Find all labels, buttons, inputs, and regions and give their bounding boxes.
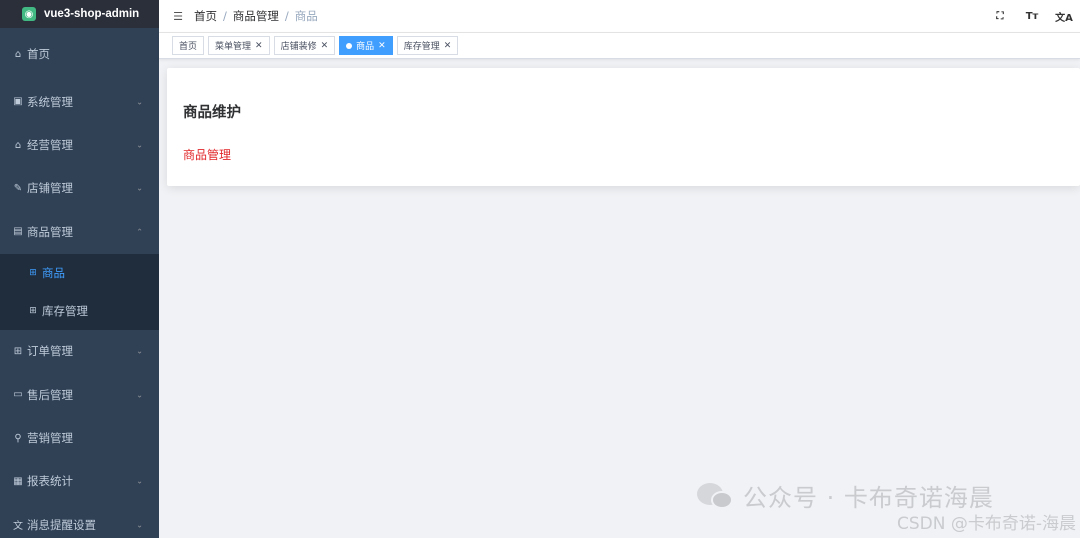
- submenu-item-0[interactable]: ⊞ 商品: [0, 254, 159, 292]
- chevron-down-icon: ⌄: [136, 390, 143, 400]
- link-icon: ⚲: [14, 432, 22, 444]
- close-icon[interactable]: ✕: [378, 41, 386, 51]
- sidebar-item-2[interactable]: ⌂ 经营管理 ⌄: [0, 123, 159, 166]
- chevron-down-icon: ⌄: [136, 183, 143, 193]
- sidebar-item-label: 订单管理: [27, 344, 73, 359]
- sidebar-item-4[interactable]: ▤ 商品管理 ⌃: [0, 210, 159, 253]
- watermark-text: 公众号 · 卡布奇诺海晨: [743, 484, 994, 512]
- close-icon[interactable]: ✕: [321, 41, 329, 51]
- sidebar-item-8[interactable]: ▦ 报表统计 ⌄: [0, 460, 159, 503]
- submenu-item-label: 商品: [42, 265, 65, 280]
- chevron-down-icon: ⌄: [136, 140, 143, 150]
- grid-icon: ⊞: [29, 267, 37, 278]
- sidebar-item-6[interactable]: ▭ 售后管理 ⌄: [0, 373, 159, 416]
- sidebar-menu: ⌂ 首页 ▣ 系统管理 ⌄ ⌂ 经营管理 ⌄ ✎ 店铺管理 ⌄ ▤ 商品管理 ⌃ ⊞ 商品 ⊞ 库存管理 ⊞ 订单管理…: [0, 28, 159, 538]
- sidebar-item-1[interactable]: ▣ 系统管理 ⌄: [0, 80, 159, 123]
- sidebar-item-label: 店铺管理: [27, 181, 73, 196]
- tag-2[interactable]: 店铺装修 ✕: [273, 36, 336, 55]
- grid-icon: ⊞: [29, 305, 37, 316]
- sidebar-item-label: 营销管理: [27, 431, 73, 446]
- logo[interactable]: ◉ vue3-shop-admin: [0, 0, 159, 28]
- close-icon[interactable]: ✕: [255, 41, 263, 51]
- tag-label: 菜单管理: [215, 42, 252, 52]
- monitor-icon: ▣: [13, 96, 23, 108]
- chevron-down-icon: ⌄: [136, 346, 143, 356]
- fullscreen-icon[interactable]: ⛶: [984, 11, 1016, 22]
- breadcrumb-item-product-management[interactable]: 商品管理: [233, 8, 279, 24]
- chevron-down-icon: ⌄: [136, 476, 143, 486]
- tag-4[interactable]: 库存管理 ✕: [396, 36, 459, 55]
- table-icon: ▦: [13, 475, 23, 487]
- tag-label: 店铺装修: [280, 42, 317, 52]
- language-icon[interactable]: 文A: [1048, 9, 1080, 24]
- breadcrumb-separator: /: [223, 9, 227, 23]
- sidebar-item-label: 商品管理: [27, 224, 73, 239]
- submenu-item-1[interactable]: ⊞ 库存管理: [0, 292, 159, 330]
- header-tools: ⛶ Tт 文A: [984, 0, 1080, 33]
- active-dot-icon: [346, 42, 353, 49]
- screen-icon: ▭: [13, 389, 23, 401]
- document-icon: ▤: [13, 226, 23, 238]
- chevron-up-icon: ⌃: [136, 227, 143, 237]
- sidebar-item-5[interactable]: ⊞ 订单管理 ⌄: [0, 330, 159, 373]
- home-icon: ⌂: [14, 139, 22, 151]
- navbar: ☰ 首页 / 商品管理 / 商品 ⛶ Tт 文A: [159, 0, 1080, 33]
- hamburger-icon[interactable]: ☰: [171, 10, 185, 23]
- edit-icon: ✎: [13, 182, 23, 194]
- breadcrumb-item-current: 商品: [294, 9, 318, 23]
- vue-logo-icon: ◉: [22, 7, 36, 21]
- breadcrumb-item-home[interactable]: 首页: [194, 8, 217, 24]
- chevron-down-icon: ⌄: [136, 520, 143, 530]
- sidebar-item-label: 售后管理: [27, 387, 73, 402]
- sidebar-item-3[interactable]: ✎ 店铺管理 ⌄: [0, 167, 159, 210]
- grid-icon: ⊞: [13, 345, 23, 357]
- tag-0[interactable]: 首页: [172, 36, 205, 55]
- tags-view: 首页 菜单管理 ✕ 店铺装修 ✕ 商品 ✕ 库存管理 ✕: [159, 33, 1080, 59]
- breadcrumb-separator: /: [284, 9, 289, 23]
- page-title: 商品维护: [183, 105, 241, 121]
- tag-label: 库存管理: [403, 42, 440, 52]
- sidebar-item-label: 报表统计: [27, 474, 73, 489]
- wechat-watermark: 公众号 · 卡布奇诺海晨: [697, 478, 994, 513]
- app-title: vue3-shop-admin: [44, 8, 140, 20]
- sidebar-item-label: 系统管理: [27, 94, 73, 109]
- sidebar-item-9[interactable]: 文消息提醒设置 ⌄: [0, 503, 159, 538]
- sidebar-item-label: 经营管理: [27, 138, 73, 153]
- csdn-watermark: CSDN @卡布奇诺-海晨: [896, 514, 1076, 534]
- tag-label: 首页: [179, 42, 198, 52]
- translate-icon: 文: [13, 521, 23, 533]
- sidebar: ◉ vue3-shop-admin ⌂ 首页 ▣ 系统管理 ⌄ ⌂ 经营管理 ⌄ ✎ 店铺管理 ⌄ ▤…: [0, 0, 159, 538]
- sidebar-item-label: 首页: [27, 47, 50, 61]
- sidebar-item-0[interactable]: ⌂ 首页: [0, 28, 159, 80]
- page-subtitle: 商品管理: [183, 148, 232, 162]
- font-size-icon[interactable]: Tт: [1016, 11, 1048, 22]
- sidebar-item-7[interactable]: ⚲ 营销管理: [0, 416, 159, 459]
- tag-label: 商品: [356, 42, 375, 52]
- wechat-icon: [697, 481, 735, 511]
- home-icon: ⌂: [14, 48, 22, 60]
- close-icon[interactable]: ✕: [444, 41, 452, 51]
- submenu-item-label: 库存管理: [42, 303, 88, 318]
- tag-3[interactable]: 商品 ✕: [339, 36, 393, 55]
- submenu-product: ⊞ 商品 ⊞ 库存管理: [0, 253, 159, 330]
- breadcrumb: 首页 / 商品管理 / 商品: [194, 8, 318, 24]
- tag-1[interactable]: 菜单管理 ✕: [208, 36, 270, 55]
- sidebar-item-label: 消息提醒设置: [27, 517, 96, 532]
- content-card: 商品维护 商品管理: [167, 68, 1080, 186]
- chevron-down-icon: ⌄: [136, 97, 143, 107]
